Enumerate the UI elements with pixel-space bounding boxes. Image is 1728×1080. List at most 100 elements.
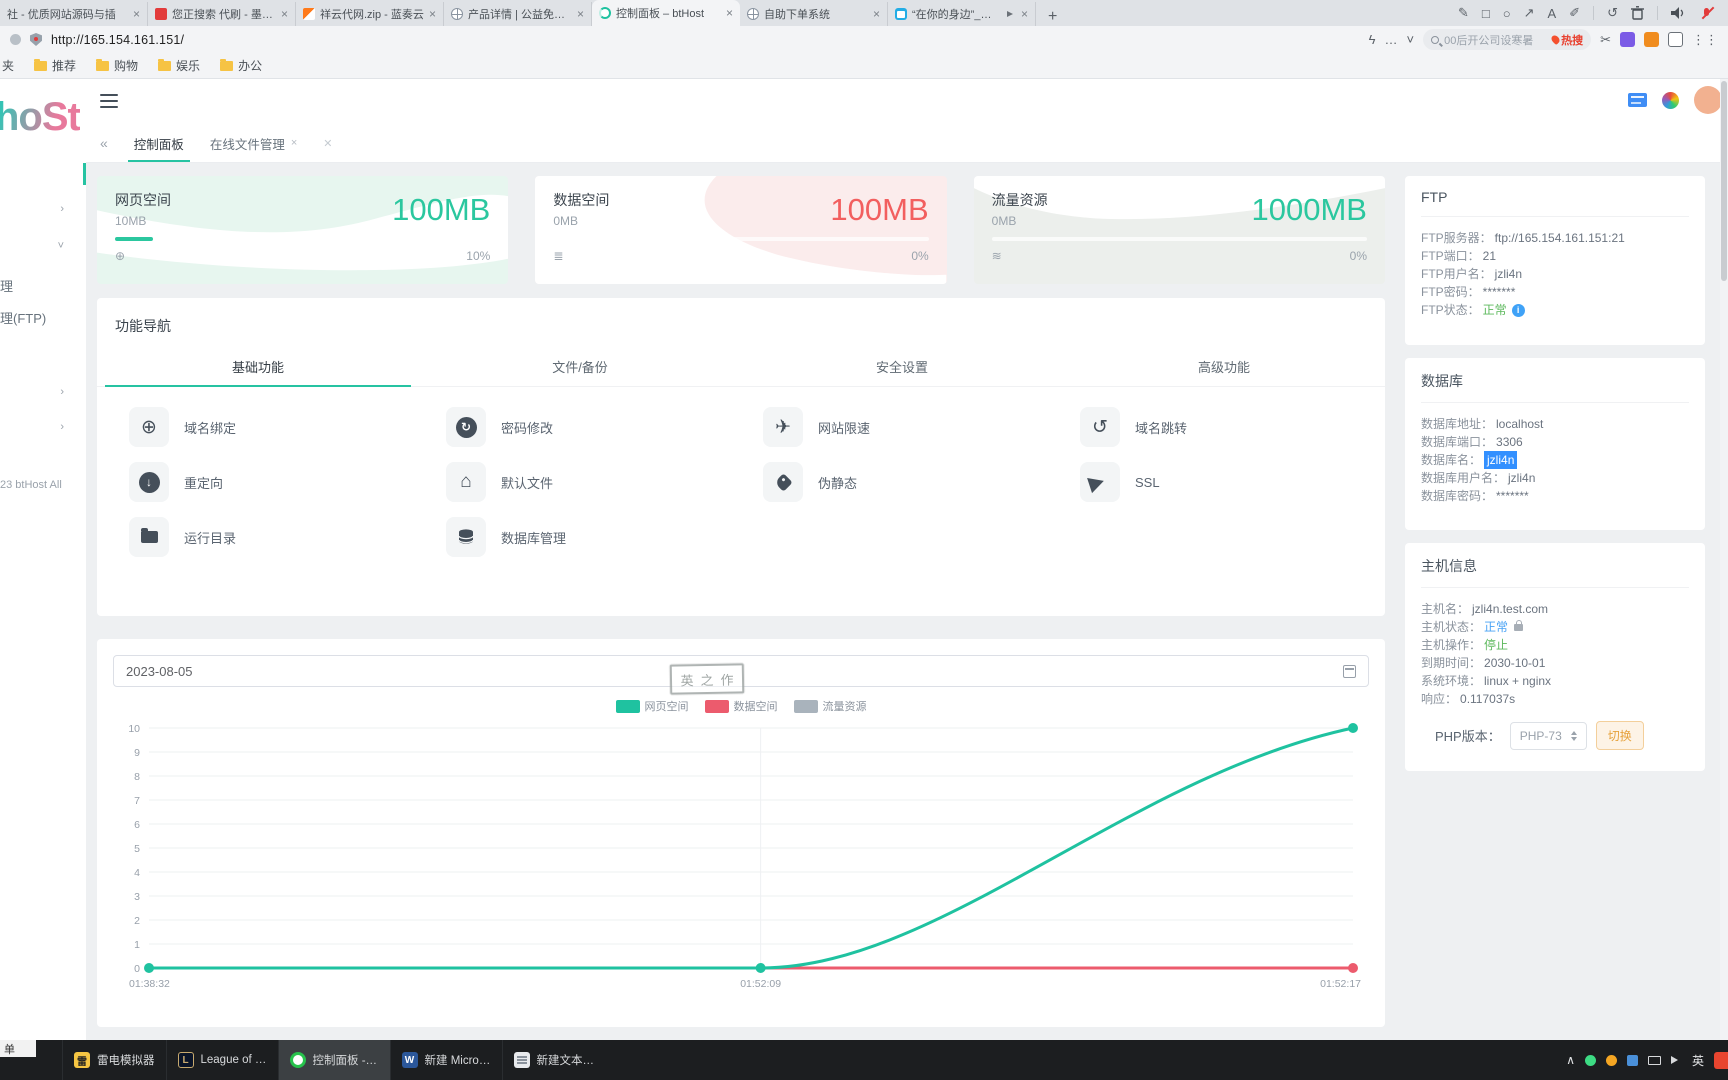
undo-icon[interactable]: ↺: [1607, 5, 1618, 21]
security-shield-icon[interactable]: [30, 33, 42, 46]
tab-close-icon[interactable]: ×: [133, 7, 140, 21]
legend-item[interactable]: 数据空间: [705, 698, 778, 714]
bookmark-folder[interactable]: 推荐: [34, 57, 76, 74]
tab-basic-functions[interactable]: 基础功能: [97, 348, 419, 386]
tab-close-icon[interactable]: ×: [281, 7, 288, 21]
tab-audio-icon[interactable]: [1007, 11, 1016, 17]
calendar-icon[interactable]: [1343, 665, 1356, 678]
scissors-icon[interactable]: ✂: [1600, 32, 1611, 48]
db-user-value[interactable]: jzli4n: [1508, 469, 1535, 487]
window-fragment[interactable]: 单: [0, 1040, 36, 1057]
close-icon[interactable]: ✕: [323, 137, 332, 150]
taskbar-item-word[interactable]: W新建 Microsoft W...: [390, 1040, 502, 1080]
theme-palette-icon[interactable]: [1662, 92, 1679, 109]
apps-grid-icon[interactable]: ⋮⋮: [1692, 32, 1718, 48]
translate-badge-icon[interactable]: [1628, 93, 1647, 107]
chevron-down-icon[interactable]: ˅: [1407, 32, 1415, 47]
extension-purple-icon[interactable]: [1620, 32, 1635, 47]
php-version-select[interactable]: PHP-73: [1510, 722, 1587, 750]
browser-tab[interactable]: 社 - 优质网站源码与插 ×: [0, 2, 148, 26]
tab-advanced[interactable]: 高级功能: [1063, 348, 1385, 386]
browser-tab[interactable]: “在你的身边”_哔哩哔哩_bi ×: [888, 2, 1036, 26]
tray-volume-icon[interactable]: [1671, 1056, 1682, 1064]
bookmark-item[interactable]: 夹: [2, 57, 14, 74]
legend-item[interactable]: 网页空间: [616, 698, 689, 714]
avatar[interactable]: [1694, 86, 1722, 114]
db-host-value[interactable]: localhost: [1496, 415, 1543, 433]
tab-file-backup[interactable]: 文件/备份: [419, 348, 741, 386]
sidebar-item[interactable]: ›: [0, 194, 86, 224]
tray-expand-icon[interactable]: ∧: [1566, 1053, 1575, 1067]
sidebar-item[interactable]: ›: [0, 412, 86, 442]
rectangle-tool-icon[interactable]: □: [1482, 6, 1490, 21]
ftp-password-value[interactable]: *******: [1483, 283, 1516, 301]
sidebar-item-ftp-manage[interactable]: 理(FTP): [0, 302, 86, 332]
pencil-icon[interactable]: ✎: [1458, 5, 1469, 21]
speaker-icon[interactable]: [1671, 6, 1686, 20]
feature-password-change[interactable]: ↻ 密码修改: [424, 407, 741, 447]
db-name-value-selected[interactable]: jzli4n: [1484, 451, 1517, 469]
bookmark-folder[interactable]: 娱乐: [158, 57, 200, 74]
arrow-tool-icon[interactable]: ↗: [1524, 5, 1535, 21]
bookmark-folder[interactable]: 购物: [96, 57, 138, 74]
more-menu-icon[interactable]: …: [1385, 32, 1398, 47]
site-button[interactable]: [10, 34, 21, 45]
feature-run-directory[interactable]: 运行目录: [107, 517, 424, 557]
feature-domain-jump[interactable]: ↺ 域名跳转: [1058, 407, 1375, 447]
circle-tool-icon[interactable]: ○: [1503, 6, 1511, 21]
tab-close-icon[interactable]: ×: [726, 6, 733, 20]
tray-blue-icon[interactable]: [1627, 1055, 1638, 1066]
tray-orange-icon[interactable]: [1606, 1055, 1617, 1066]
search-box[interactable]: 00后开公司设寒暑 热搜: [1423, 29, 1591, 50]
extension-frame-icon[interactable]: [1668, 32, 1683, 47]
tray-red-icon[interactable]: [1714, 1052, 1728, 1069]
search-query[interactable]: 00后开公司设寒暑: [1444, 32, 1547, 48]
microphone-muted-icon[interactable]: [1699, 6, 1714, 21]
feature-default-file[interactable]: ⌂ 默认文件: [424, 462, 741, 502]
taskbar-item-lol[interactable]: LLeague of Legends: [166, 1040, 278, 1080]
menu-toggle-icon[interactable]: [100, 94, 118, 108]
sidebar-item[interactable]: ›: [0, 377, 86, 407]
taskbar-item-bthost[interactable]: 控制面板 - btHost...: [278, 1040, 390, 1080]
input-method-indicator[interactable]: 英: [1692, 1052, 1704, 1069]
taskbar-item-ldplayer[interactable]: 雷雷电模拟器: [62, 1040, 166, 1080]
text-tool-icon[interactable]: A: [1548, 6, 1557, 21]
flash-icon[interactable]: ϟ: [1369, 32, 1376, 47]
close-icon[interactable]: ×: [291, 137, 297, 149]
tab-file-manager[interactable]: 在线文件管理×: [210, 124, 297, 162]
trash-icon[interactable]: [1631, 6, 1644, 20]
ftp-port-value[interactable]: 21: [1483, 247, 1496, 265]
tray-display-icon[interactable]: [1648, 1056, 1661, 1065]
feature-site-speed-limit[interactable]: ✈ 网站限速: [741, 407, 1058, 447]
scrollbar-thumb[interactable]: [1721, 81, 1727, 281]
tab-close-icon[interactable]: ×: [1021, 7, 1028, 21]
feature-domain-bind[interactable]: ⊕ 域名绑定: [107, 407, 424, 447]
feature-redirect[interactable]: ↓ 重定向: [107, 462, 424, 502]
bookmark-folder[interactable]: 办公: [220, 57, 262, 74]
browser-tab[interactable]: 祥云代网.zip - 蓝奏云 ×: [296, 2, 444, 26]
feature-url-rewrite[interactable]: 伪静态: [741, 462, 1058, 502]
tab-dashboard[interactable]: 控制面板: [134, 124, 184, 162]
sidebar-item-file-manage[interactable]: 理: [0, 270, 86, 300]
sidebar-item[interactable]: ˅: [0, 231, 86, 261]
legend-item[interactable]: 流量资源: [794, 698, 867, 714]
new-tab-button[interactable]: +: [1036, 8, 1069, 26]
extension-orange-icon[interactable]: [1644, 32, 1659, 47]
tab-close-icon[interactable]: ×: [873, 7, 880, 21]
ftp-server-value[interactable]: ftp://165.154.161.151:21: [1495, 229, 1625, 247]
db-port-value[interactable]: 3306: [1496, 433, 1523, 451]
host-name-value[interactable]: jzli4n.test.com: [1472, 600, 1548, 618]
marker-tool-icon[interactable]: ✐: [1569, 5, 1580, 21]
hot-search-badge[interactable]: 热搜: [1552, 32, 1583, 48]
feature-database-manage[interactable]: 数据库管理: [424, 517, 741, 557]
address-bar[interactable]: http://165.154.161.151/: [51, 33, 1360, 47]
browser-tab[interactable]: 您正搜索 代刷 - 墨枝社 ×: [148, 2, 296, 26]
tab-security[interactable]: 安全设置: [741, 348, 1063, 386]
db-password-value[interactable]: *******: [1496, 487, 1529, 505]
collapse-tabs-icon[interactable]: «: [100, 135, 108, 151]
browser-tab[interactable]: 产品详情 | 公益免费主机互联 ×: [444, 2, 592, 26]
tab-close-icon[interactable]: ×: [577, 7, 584, 21]
taskbar-item-notepad[interactable]: 新建文本文档.txt -...: [502, 1040, 614, 1080]
feature-ssl[interactable]: SSL: [1058, 462, 1375, 502]
info-icon[interactable]: i: [1512, 304, 1525, 317]
